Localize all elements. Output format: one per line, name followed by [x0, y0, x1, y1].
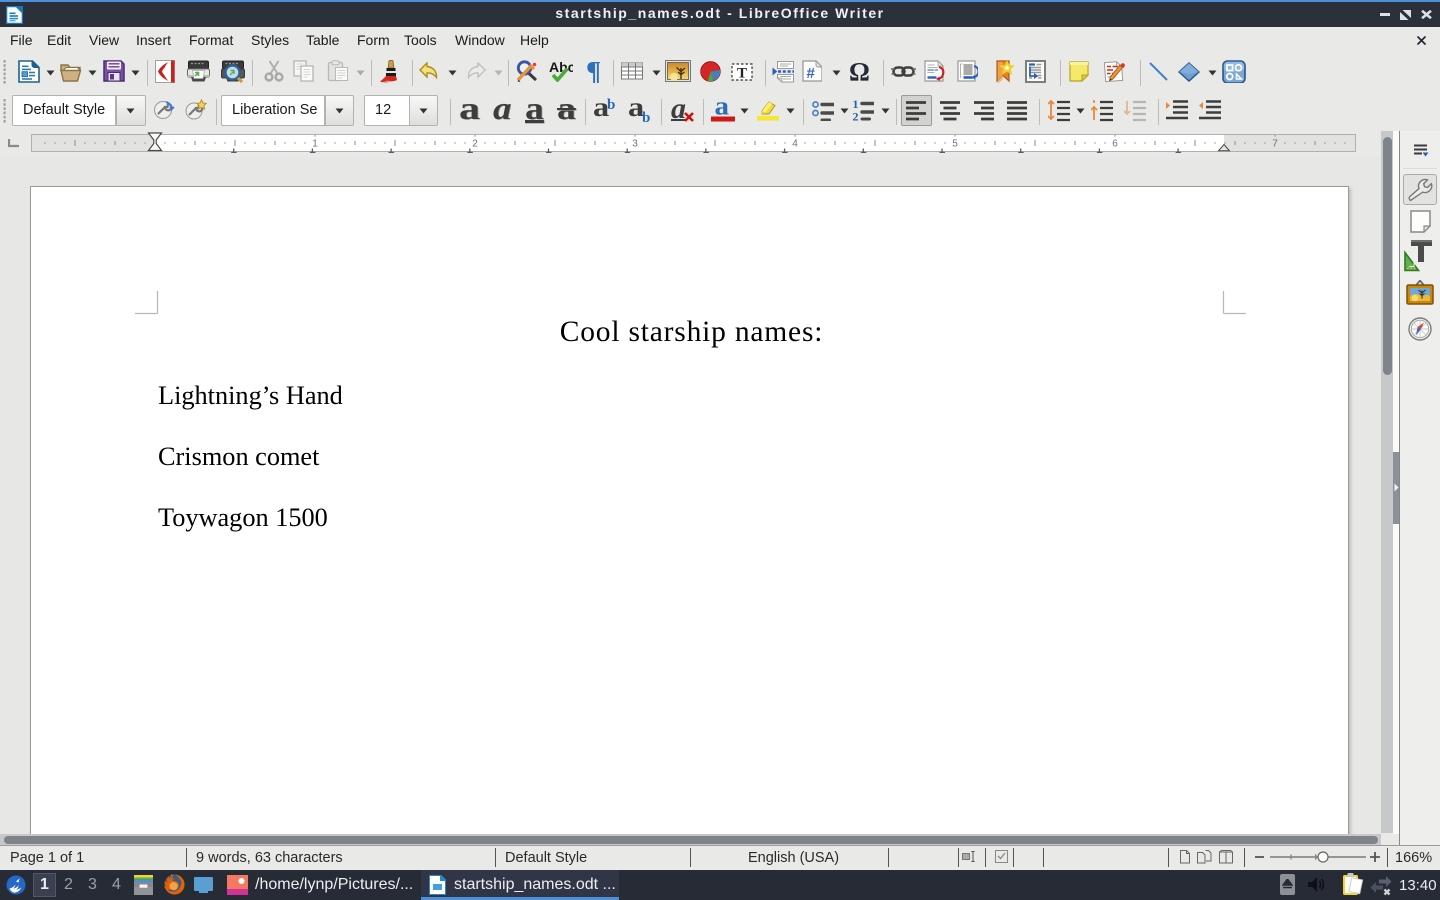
svg-text:T: T [737, 66, 747, 82]
svg-text:#: # [807, 65, 816, 82]
svg-text:Abc: Abc [549, 60, 573, 75]
svg-text:¶: ¶ [586, 60, 601, 83]
svg-text:Ω: Ω [849, 60, 870, 83]
svg-text:2: 2 [853, 110, 859, 122]
